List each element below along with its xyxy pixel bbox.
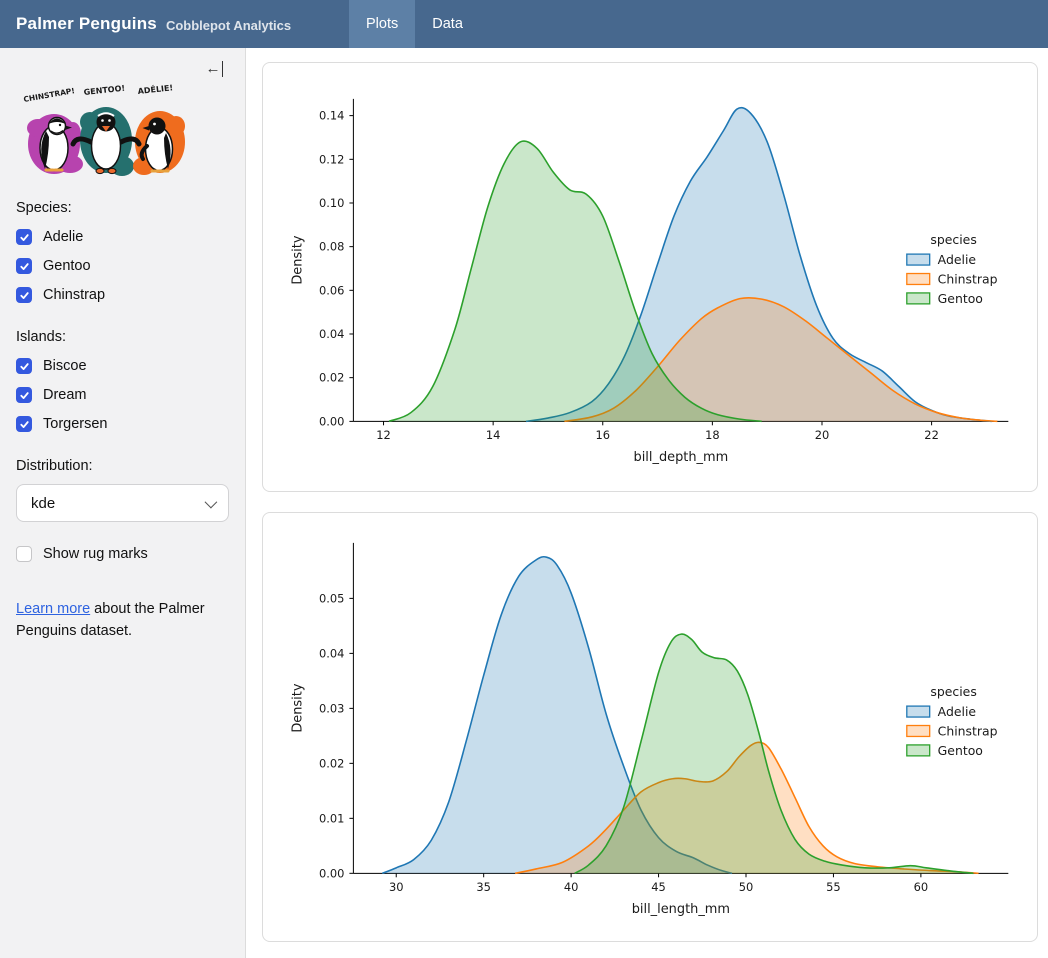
legend-label-adelie: Adelie [938, 704, 976, 719]
legend-swatch-gentoo [907, 293, 930, 304]
y-tick-label: 0.10 [319, 196, 344, 210]
legend-label-gentoo: Gentoo [938, 743, 983, 758]
island-option-torgersen: Torgersen [16, 416, 229, 432]
checkbox-label: Chinstrap [43, 287, 105, 303]
adelie-label: ADÉLIE! [137, 82, 173, 96]
legend-label-chinstrap: Chinstrap [938, 723, 998, 738]
x-tick-label: 18 [705, 428, 720, 442]
legend-swatch-gentoo [907, 745, 930, 756]
x-tick-label: 20 [815, 428, 830, 442]
legend-title: species [930, 684, 976, 699]
y-tick-label: 0.12 [319, 152, 344, 166]
y-tick-label: 0.00 [319, 866, 344, 880]
sidebar-footer: Learn more about the Palmer Penguins dat… [16, 598, 212, 643]
checkbox-adelie[interactable] [16, 229, 32, 245]
y-tick-label: 0.02 [319, 756, 344, 770]
nav-tabs: Plots Data [349, 0, 480, 48]
legend-swatch-chinstrap [907, 726, 930, 737]
learn-more-link[interactable]: Learn more [16, 601, 90, 617]
species-heading: Species: [16, 200, 229, 216]
brand: Palmer Penguins Cobblepot Analytics [0, 0, 349, 48]
bill-depth-kde-chart: 12 14 16 18 20 22 0.00 0.02 0.04 0.06 0.08 0.10 0.12… [263, 63, 1037, 491]
checkbox-label: Dream [43, 387, 87, 403]
x-tick-label: 30 [389, 880, 404, 894]
y-tick-label: 0.00 [319, 414, 344, 428]
y-tick-label: 0.08 [319, 240, 344, 254]
x-tick-label: 12 [376, 428, 391, 442]
navbar: Palmer Penguins Cobblepot Analytics Plot… [0, 0, 1048, 48]
checkbox-gentoo[interactable] [16, 258, 32, 274]
x-tick-label: 55 [826, 880, 841, 894]
y-axis-label: Density [291, 235, 306, 284]
checkbox-dream[interactable] [16, 387, 32, 403]
species-option-chinstrap: Chinstrap [16, 287, 229, 303]
chinstrap-label: CHINSTRAP! [23, 86, 76, 104]
legend-label-chinstrap: Chinstrap [938, 271, 998, 286]
gentoo-label: GENTOO! [83, 84, 125, 97]
sidebar: ← [0, 48, 246, 958]
island-option-dream: Dream [16, 387, 229, 403]
legend-swatch-adelie [907, 254, 930, 265]
distribution-select[interactable]: kde [16, 484, 229, 522]
distribution-heading: Distribution: [16, 458, 229, 474]
species-option-gentoo: Gentoo [16, 258, 229, 274]
x-tick-label: 40 [564, 880, 579, 894]
islands-heading: Islands: [16, 329, 229, 345]
checkbox-label: Show rug marks [43, 546, 148, 562]
checkbox-label: Adelie [43, 229, 83, 245]
app-title: Palmer Penguins [16, 14, 157, 34]
legend-label-adelie: Adelie [938, 252, 976, 267]
x-axis-label: bill_depth_mm [634, 450, 729, 465]
island-option-biscoe: Biscoe [16, 358, 229, 374]
x-tick-label: 60 [914, 880, 929, 894]
legend-title: species [930, 232, 976, 247]
species-option-adelie: Adelie [16, 229, 229, 245]
x-tick-label: 22 [924, 428, 939, 442]
y-tick-label: 0.02 [319, 371, 344, 385]
tab-data[interactable]: Data [415, 0, 480, 48]
checkbox-label: Gentoo [43, 258, 91, 274]
x-tick-label: 16 [595, 428, 610, 442]
legend-swatch-adelie [907, 706, 930, 717]
rug-option: Show rug marks [16, 546, 229, 562]
checkbox-label: Biscoe [43, 358, 87, 374]
y-tick-label: 0.04 [319, 327, 344, 341]
checkbox-chinstrap[interactable] [16, 287, 32, 303]
bill-length-kde-chart: 30 35 40 45 50 55 60 0.00 0.01 0.02 0.03 0.04 0.05 bi… [263, 513, 1037, 941]
y-tick-label: 0.04 [319, 646, 344, 660]
tab-plots[interactable]: Plots [349, 0, 415, 48]
select-value: kde [31, 495, 55, 512]
x-tick-label: 50 [739, 880, 754, 894]
x-axis-label: bill_length_mm [632, 902, 730, 917]
y-tick-label: 0.03 [319, 701, 344, 715]
bill-length-card: 30 35 40 45 50 55 60 0.00 0.01 0.02 0.03 0.04 0.05 bi… [262, 512, 1038, 942]
y-tick-label: 0.05 [319, 591, 344, 605]
y-axis-label: Density [291, 683, 306, 732]
x-tick-label: 14 [486, 428, 501, 442]
sidebar-collapse-button[interactable]: ← [206, 60, 224, 77]
checkbox-torgersen[interactable] [16, 416, 32, 432]
bill-depth-card: 12 14 16 18 20 22 0.00 0.02 0.04 0.06 0.08 0.10 0.12… [262, 62, 1038, 492]
arrow-left-icon: ← [206, 60, 221, 77]
y-tick-label: 0.06 [319, 283, 344, 297]
y-tick-label: 0.01 [319, 811, 344, 825]
legend-label-gentoo: Gentoo [938, 291, 983, 306]
checkbox-biscoe[interactable] [16, 358, 32, 374]
checkbox-label: Torgersen [43, 416, 107, 432]
penguins-illustration: CHINSTRAP! GENTOO! ADÉLIE! [18, 82, 190, 184]
y-tick-label: 0.14 [319, 109, 344, 123]
app-subtitle: Cobblepot Analytics [166, 15, 291, 33]
checkbox-rug-marks[interactable] [16, 546, 32, 562]
x-tick-label: 35 [476, 880, 491, 894]
main-content: 12 14 16 18 20 22 0.00 0.02 0.04 0.06 0.08 0.10 0.12… [246, 48, 1048, 958]
x-tick-label: 45 [651, 880, 666, 894]
chevron-down-icon [205, 495, 218, 508]
legend-swatch-chinstrap [907, 274, 930, 285]
